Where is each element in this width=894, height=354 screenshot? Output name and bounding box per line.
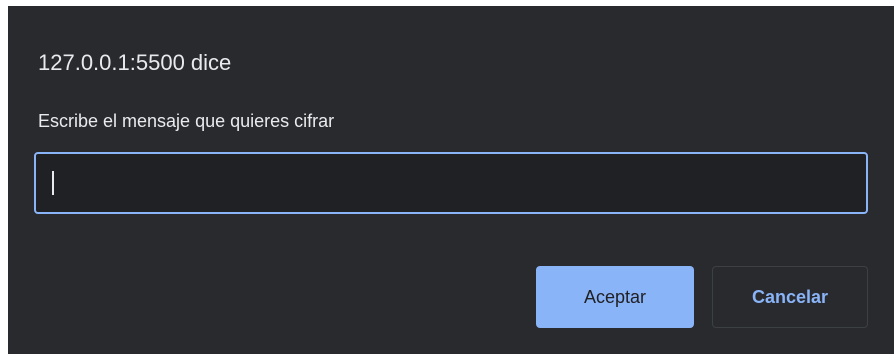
cancel-button[interactable]: Cancelar <box>712 266 868 328</box>
accept-button[interactable]: Aceptar <box>536 266 694 328</box>
prompt-input[interactable] <box>36 154 866 212</box>
prompt-input-container[interactable] <box>34 152 868 214</box>
text-caret <box>52 171 54 195</box>
dialog-origin-title: 127.0.0.1:5500 dice <box>38 50 232 75</box>
dialog-message: Escribe el mensaje que quieres cifrar <box>38 111 335 131</box>
prompt-dialog: 127.0.0.1:5500 dice Escribe el mensaje q… <box>8 6 894 354</box>
